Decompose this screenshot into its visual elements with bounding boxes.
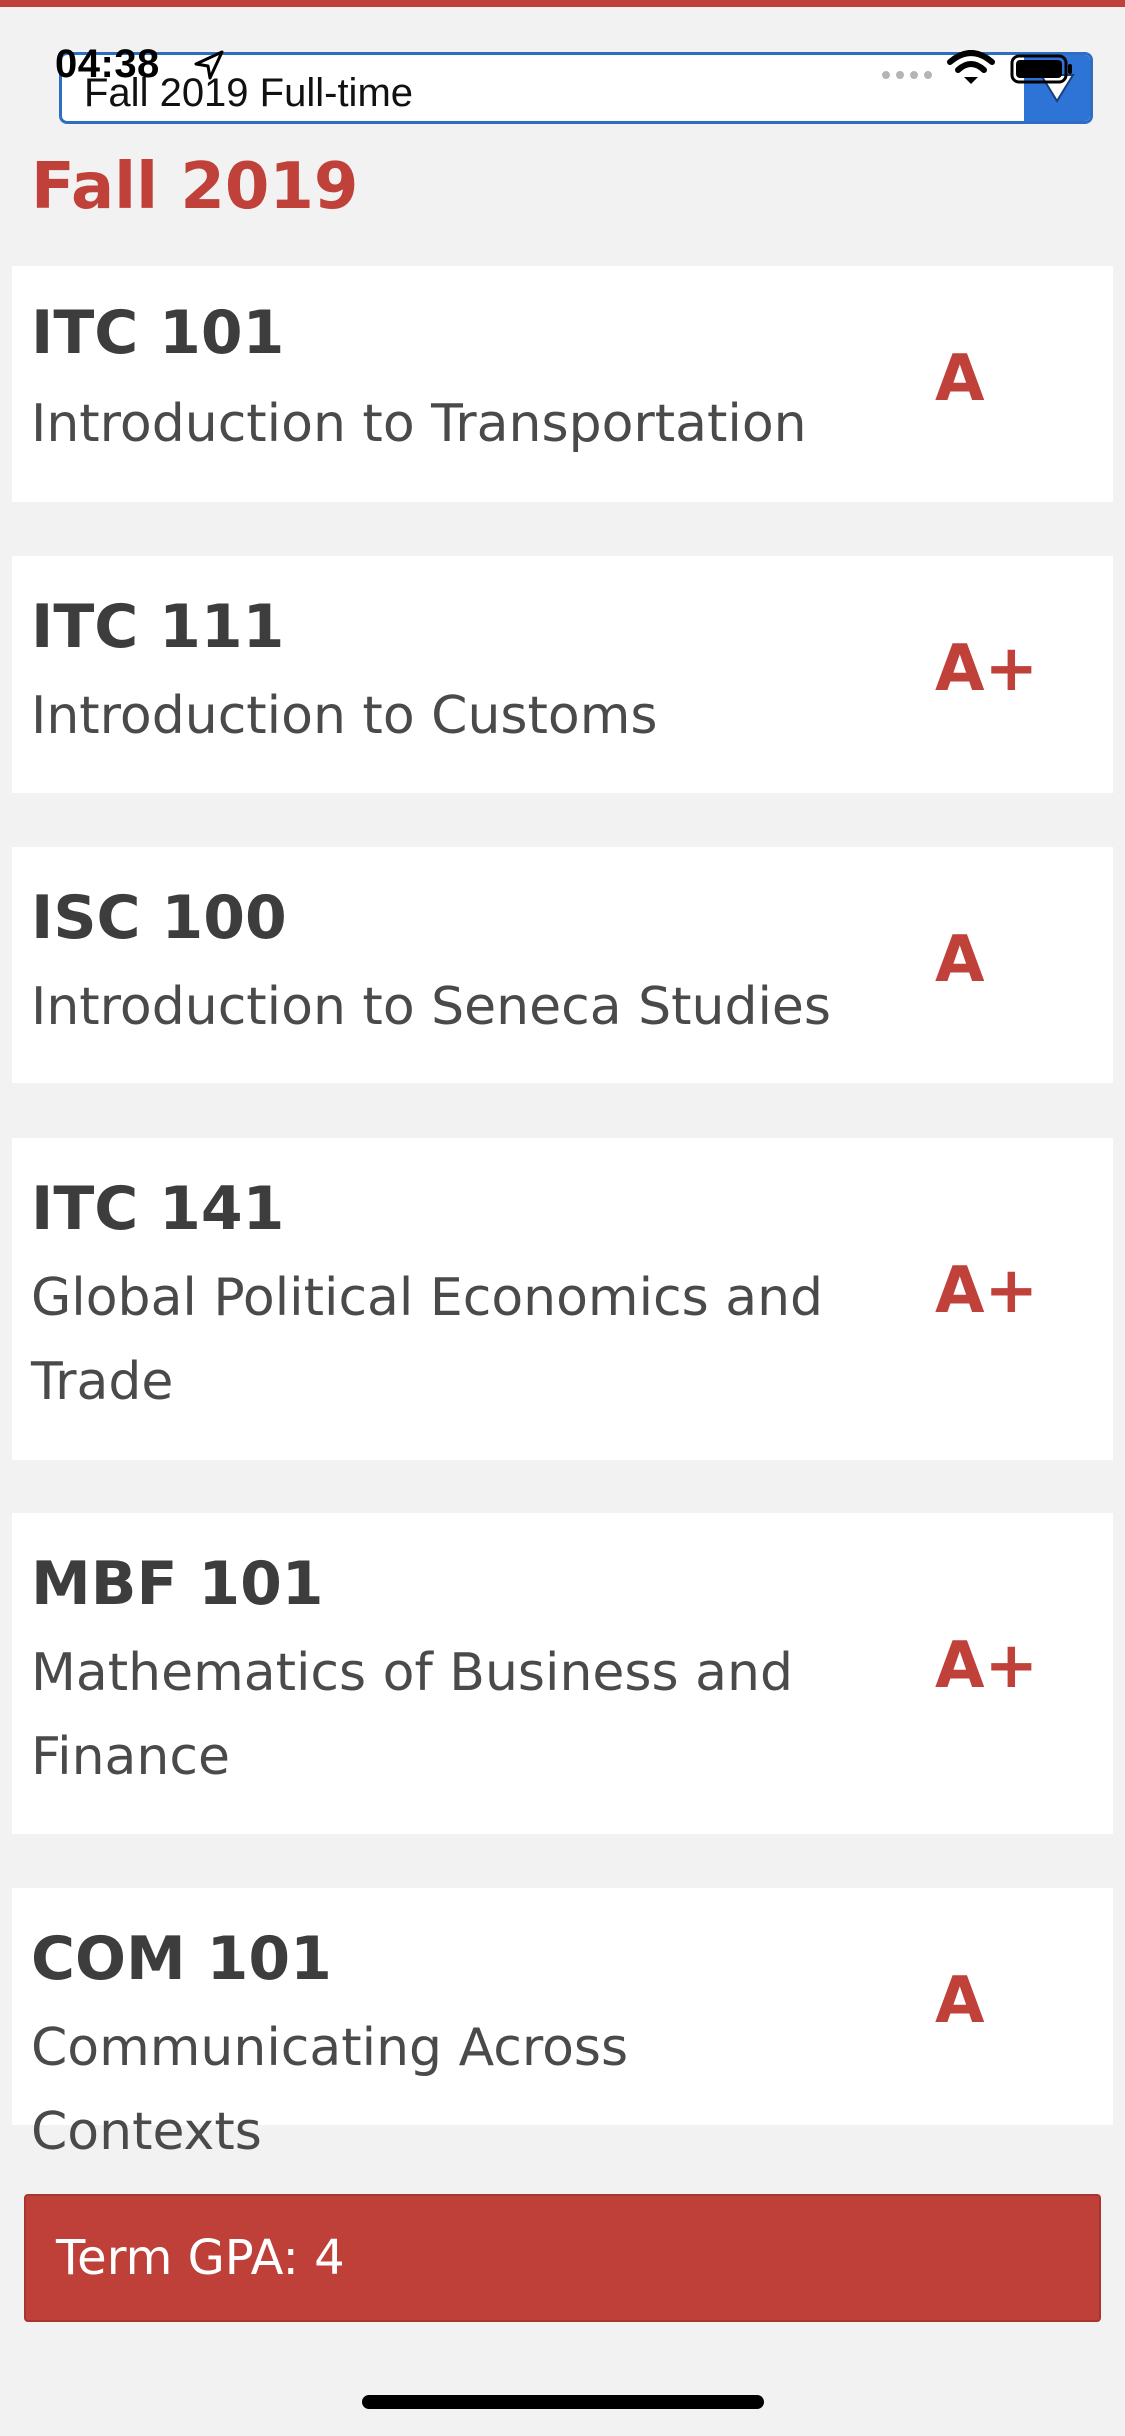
course-code: MBF 101: [31, 1549, 324, 1619]
course-code: ISC 100: [31, 883, 287, 953]
course-name: Mathematics of Business and Finance: [31, 1643, 793, 1787]
status-bar: 04:38: [0, 40, 1125, 90]
course-card[interactable]: COM 101 Communicating Across Contexts A: [12, 1888, 1113, 2162]
course-name: Introduction to Customs: [31, 686, 658, 746]
course-code: COM 101: [31, 1924, 332, 1994]
course-name: Introduction to Transportation: [31, 394, 807, 454]
status-time: 04:38: [55, 42, 160, 86]
course-grade: A+: [935, 1254, 1039, 1328]
term-gpa-bar: Term GPA: 4: [24, 2194, 1101, 2322]
course-code: ITC 101: [31, 298, 285, 368]
course-card[interactable]: ITC 111 Introduction to Customs A+: [12, 556, 1113, 793]
wifi-icon: [947, 50, 995, 84]
course-grade: A+: [935, 632, 1039, 706]
course-grade: A+: [935, 1629, 1039, 1703]
course-code: ITC 141: [31, 1174, 285, 1244]
home-indicator[interactable]: [362, 2395, 764, 2409]
cellular-signal-icon: [882, 71, 932, 79]
course-code: ITC 111: [31, 592, 285, 662]
battery-icon: [1010, 54, 1072, 84]
course-grade: A: [935, 1964, 985, 2038]
term-gpa-text: Term GPA: 4: [56, 2230, 345, 2286]
course-name: Global Political Economics and Trade: [31, 1268, 824, 1412]
course-card[interactable]: MBF 101 Mathematics of Business and Fina…: [12, 1513, 1113, 1834]
location-arrow-icon: [194, 50, 224, 80]
section-title: Fall 2019: [31, 150, 359, 224]
course-card[interactable]: ISC 100 Introduction to Seneca Studies A: [12, 847, 1113, 1083]
course-card[interactable]: ITC 141 Global Political Economics and T…: [12, 1138, 1113, 1460]
top-accent-bar: [0, 0, 1125, 7]
course-grade: A: [935, 923, 985, 997]
course-grade: A: [935, 342, 985, 416]
course-name: Introduction to Seneca Studies: [31, 977, 831, 1037]
course-card[interactable]: ITC 101 Introduction to Transportation A: [12, 266, 1113, 502]
course-name: Communicating Across Contexts: [31, 2018, 629, 2162]
